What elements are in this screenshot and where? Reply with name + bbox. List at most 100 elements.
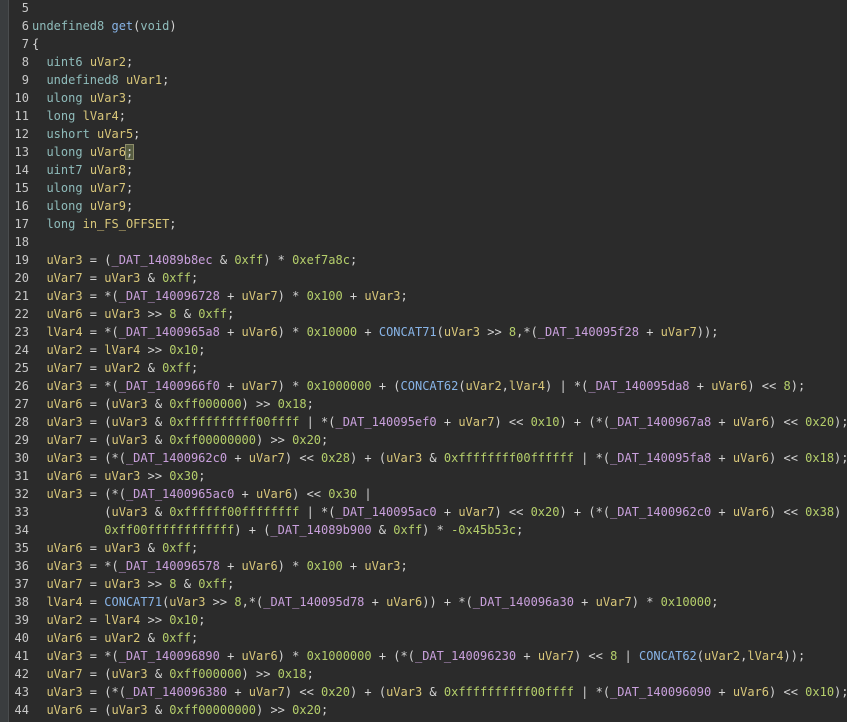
type-keyword[interactable]: ulong [46, 199, 82, 213]
code-line[interactable]: 7{ [0, 35, 847, 53]
variable-name[interactable]: uVar3 [386, 451, 422, 465]
variable-name[interactable]: uVar7 [242, 379, 278, 393]
type-keyword[interactable]: undefined8 [46, 73, 118, 87]
function-name[interactable]: get [111, 19, 133, 33]
variable-name[interactable]: lVar4 [46, 595, 82, 609]
variable-name[interactable]: uVar7 [46, 577, 82, 591]
variable-name[interactable]: uVar7 [538, 649, 574, 663]
code-line[interactable]: 11 long lVar4; [0, 107, 847, 125]
code-line[interactable]: 35 uVar6 = uVar3 & 0xff; [0, 539, 847, 557]
variable-name[interactable]: uVar6 [242, 559, 278, 573]
variable-name[interactable]: uVar6 [733, 685, 769, 699]
variable-name[interactable]: lVar4 [747, 649, 783, 663]
global-data-label[interactable]: _DAT_140096090 [610, 685, 711, 699]
code-line[interactable]: 38 lVar4 = CONCAT71(uVar3 >> 8,*(_DAT_14… [0, 593, 847, 611]
variable-name[interactable]: uVar3 [90, 91, 126, 105]
variable-name[interactable]: uVar7 [46, 433, 82, 447]
code-line[interactable]: 18 [0, 233, 847, 251]
type-keyword[interactable]: long [46, 217, 75, 231]
variable-name[interactable]: uVar7 [90, 181, 126, 195]
variable-name[interactable]: uVar2 [466, 379, 502, 393]
code-line[interactable]: 31 uVar6 = uVar3 >> 0x30; [0, 467, 847, 485]
variable-name[interactable]: uVar3 [386, 685, 422, 699]
decompiler-code-view[interactable]: 5 6 undefined8 get(void) 7{8 uint6 uVar2; 9 … [0, 0, 847, 722]
variable-name[interactable]: uVar5 [97, 127, 133, 141]
variable-name[interactable]: uVar7 [249, 451, 285, 465]
global-data-label[interactable]: _DAT_140095ef0 [335, 415, 436, 429]
code-line[interactable]: 23 lVar4 = *(_DAT_1400965a8 + uVar6) * 0… [0, 323, 847, 341]
cursor-highlight[interactable]: ; [124, 144, 135, 160]
function-name[interactable]: CONCAT71 [104, 595, 162, 609]
code-line[interactable]: 30 uVar3 = (*(_DAT_1400962c0 + uVar7) <<… [0, 449, 847, 467]
code-line[interactable]: 16 ulong uVar9; [0, 197, 847, 215]
variable-name[interactable]: uVar3 [46, 415, 82, 429]
code-line[interactable]: 12 ushort uVar5; [0, 125, 847, 143]
code-line[interactable]: 44 uVar6 = (uVar3 & 0xff00000000) >> 0x2… [0, 701, 847, 719]
variable-name[interactable]: uVar3 [111, 667, 147, 681]
type-keyword[interactable]: void [140, 19, 169, 33]
global-data-label[interactable]: _DAT_140095fa8 [610, 451, 711, 465]
variable-name[interactable]: uVar2 [104, 631, 140, 645]
global-data-label[interactable]: _DAT_140096380 [126, 685, 227, 699]
variable-name[interactable]: uVar6 [242, 325, 278, 339]
type-keyword[interactable]: uint7 [46, 163, 82, 177]
variable-name[interactable]: uVar7 [46, 271, 82, 285]
code-line[interactable]: 25 uVar7 = uVar2 & 0xff; [0, 359, 847, 377]
variable-name[interactable]: uVar3 [104, 541, 140, 555]
global-data-label[interactable]: _DAT_140095ac0 [335, 505, 436, 519]
function-name[interactable]: CONCAT62 [639, 649, 697, 663]
variable-name[interactable]: uVar6 [46, 397, 82, 411]
code-line[interactable]: 37 uVar7 = uVar3 >> 8 & 0xff; [0, 575, 847, 593]
code-line[interactable]: 32 uVar3 = (*(_DAT_1400965ac0 + uVar6) <… [0, 485, 847, 503]
global-data-label[interactable]: _DAT_140095f28 [538, 325, 639, 339]
global-data-label[interactable]: _DAT_1400967a8 [610, 415, 711, 429]
global-data-label[interactable]: _DAT_140095d78 [263, 595, 364, 609]
variable-name[interactable]: uVar3 [111, 505, 147, 519]
variable-name[interactable]: uVar6 [90, 145, 126, 159]
variable-name[interactable]: uVar3 [46, 289, 82, 303]
variable-name[interactable]: uVar9 [90, 199, 126, 213]
variable-name[interactable]: uVar7 [46, 667, 82, 681]
variable-name[interactable]: uVar6 [256, 487, 292, 501]
code-line[interactable]: 24 uVar2 = lVar4 >> 0x10; [0, 341, 847, 359]
global-data-label[interactable]: _DAT_140096890 [119, 649, 220, 663]
variable-name[interactable]: uVar3 [46, 451, 82, 465]
variable-name[interactable]: uVar7 [458, 415, 494, 429]
code-line[interactable]: 26 uVar3 = *(_DAT_1400966f0 + uVar7) * 0… [0, 377, 847, 395]
variable-name[interactable]: uVar2 [104, 361, 140, 375]
variable-name[interactable]: uVar3 [46, 379, 82, 393]
code-line[interactable]: 14 uint7 uVar8; [0, 161, 847, 179]
variable-name[interactable]: uVar7 [242, 289, 278, 303]
code-line[interactable]: 28 uVar3 = (uVar3 & 0xffffffffff00ffff |… [0, 413, 847, 431]
code-line[interactable]: 8 uint6 uVar2; [0, 53, 847, 71]
code-line[interactable]: 27 uVar6 = (uVar3 & 0xff000000) >> 0x18; [0, 395, 847, 413]
global-data-label[interactable]: _DAT_1400965ac0 [126, 487, 234, 501]
variable-name[interactable]: uVar3 [364, 289, 400, 303]
variable-name[interactable]: uVar2 [46, 343, 82, 357]
code-line[interactable]: 21 uVar3 = *(_DAT_140096728 + uVar7) * 0… [0, 287, 847, 305]
global-data-label[interactable]: _DAT_140096728 [119, 289, 220, 303]
variable-name[interactable]: uVar3 [46, 649, 82, 663]
variable-name[interactable]: uVar6 [46, 541, 82, 555]
variable-name[interactable]: lVar4 [83, 109, 119, 123]
code-line[interactable]: 5 [0, 0, 847, 17]
type-keyword[interactable]: ushort [46, 127, 89, 141]
variable-name[interactable]: uVar6 [46, 703, 82, 717]
code-line[interactable]: 42 uVar7 = (uVar3 & 0xff000000) >> 0x18; [0, 665, 847, 683]
variable-name[interactable]: uVar1 [126, 73, 162, 87]
code-line[interactable]: 13 ulong uVar6; [0, 143, 847, 161]
variable-name[interactable]: uVar7 [596, 595, 632, 609]
code-line[interactable]: 19 uVar3 = (_DAT_14089b8ec & 0xff) * 0xe… [0, 251, 847, 269]
variable-name[interactable]: uVar3 [46, 559, 82, 573]
code-line[interactable]: 15 ulong uVar7; [0, 179, 847, 197]
variable-name[interactable]: uVar3 [104, 271, 140, 285]
type-keyword[interactable]: ulong [46, 181, 82, 195]
variable-name[interactable]: uVar6 [242, 649, 278, 663]
variable-name[interactable]: uVar3 [46, 253, 82, 267]
function-name[interactable]: CONCAT62 [401, 379, 459, 393]
variable-name[interactable]: uVar3 [169, 595, 205, 609]
global-data-label[interactable]: _DAT_1400962c0 [126, 451, 227, 465]
variable-name[interactable]: uVar8 [90, 163, 126, 177]
global-data-label[interactable]: _DAT_14089b8ec [111, 253, 212, 267]
variable-name[interactable]: uVar3 [104, 577, 140, 591]
